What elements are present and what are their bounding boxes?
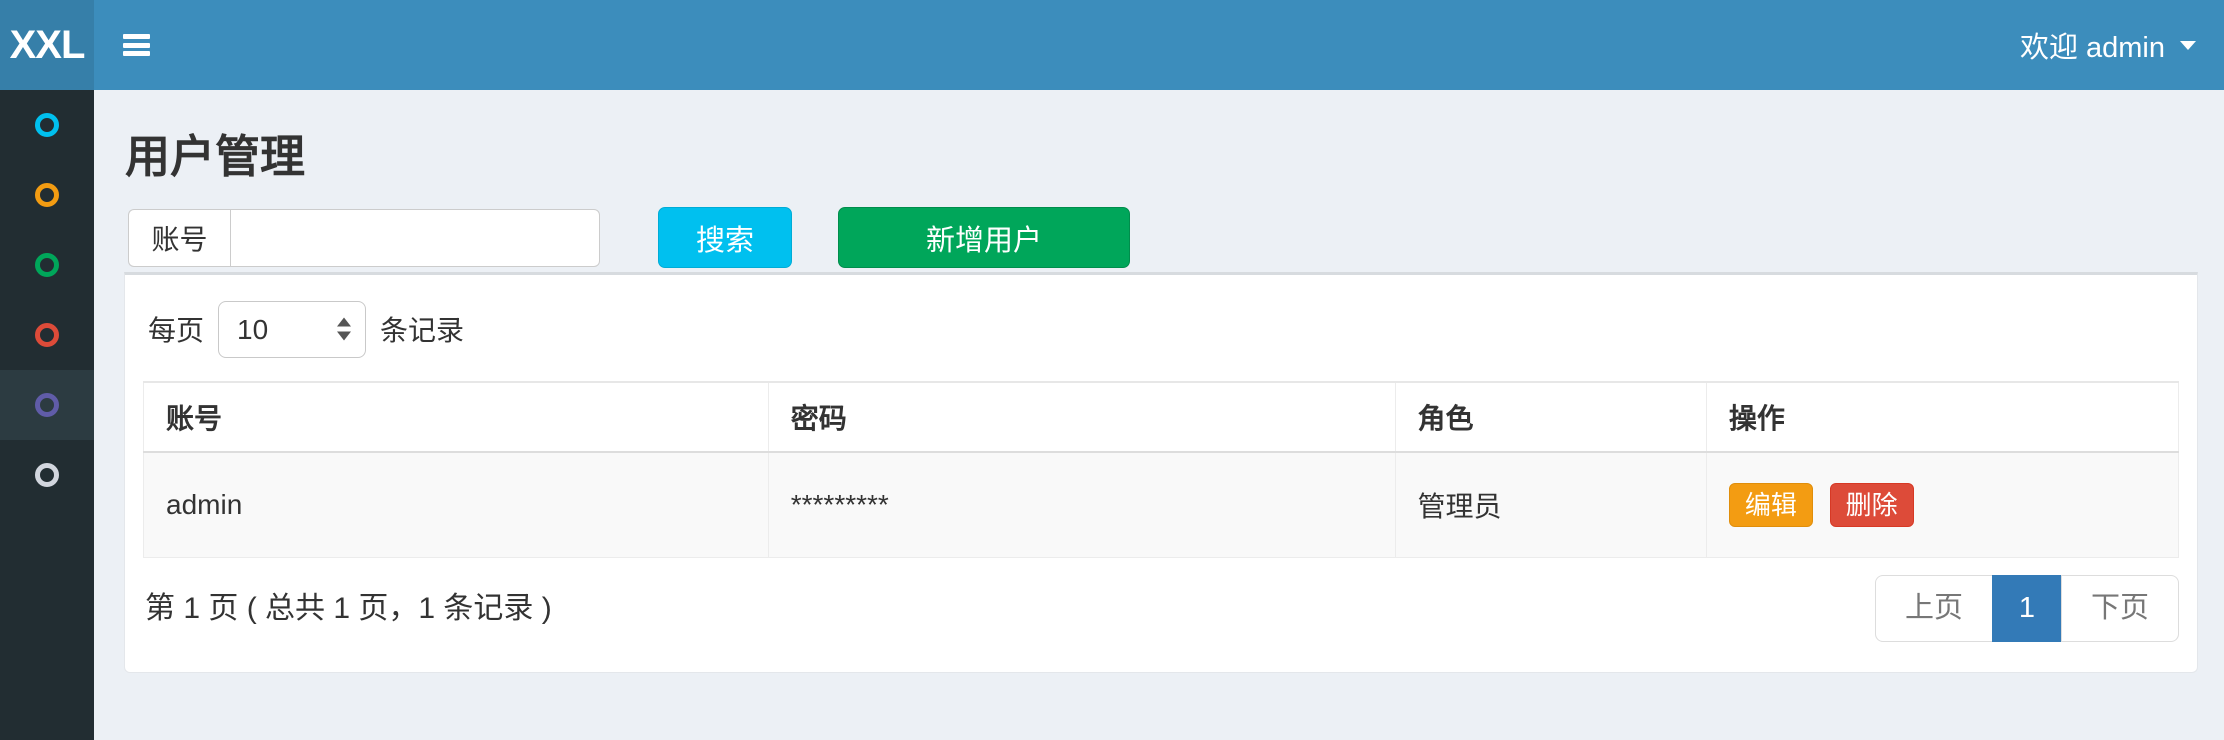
current-page-button[interactable]: 1 (1992, 575, 2062, 642)
search-toolbar: 账号 搜索 新增用户 (128, 207, 1130, 268)
col-header-role: 角色 (1395, 382, 1706, 452)
users-table: 账号 密码 角色 操作 admin ********* 管理员 编辑 删除 (143, 381, 2179, 558)
pagination-info: 第 1 页 ( 总共 1 页，1 条记录 ) (145, 575, 552, 642)
circle-outline-icon (35, 253, 59, 277)
cell-account: admin (144, 452, 769, 558)
top-navbar: XXL 欢迎 admin (0, 0, 2224, 90)
sidebar-item-4[interactable] (0, 300, 94, 370)
delete-button[interactable]: 删除 (1830, 483, 1914, 527)
search-button[interactable]: 搜索 (658, 207, 792, 268)
account-addon-label: 账号 (128, 209, 230, 267)
app-root: XXL 欢迎 admin 用户管理 (0, 0, 2224, 740)
page-length-control: 每页 10 条记录 (148, 300, 464, 358)
pagination: 上页 1 下页 (1875, 575, 2179, 642)
sidebar-item-2[interactable] (0, 160, 94, 230)
account-search-group: 账号 (128, 209, 600, 267)
table-header-row: 账号 密码 角色 操作 (144, 382, 2179, 452)
prev-page-button[interactable]: 上页 (1875, 575, 1993, 642)
length-suffix-label: 条记录 (380, 309, 464, 349)
sidebar-item-3[interactable] (0, 230, 94, 300)
length-prefix-label: 每页 (148, 309, 204, 349)
sidebar-item-6[interactable] (0, 440, 94, 510)
sidebar (0, 90, 94, 740)
add-user-button[interactable]: 新增用户 (838, 207, 1130, 268)
sidebar-item-1[interactable] (0, 90, 94, 160)
table-footer: 第 1 页 ( 总共 1 页，1 条记录 ) 上页 1 下页 (143, 575, 2179, 642)
circle-outline-icon (35, 183, 59, 207)
sidebar-toggle-button[interactable] (94, 0, 178, 90)
circle-outline-icon (35, 393, 59, 417)
user-dropdown[interactable]: 欢迎 admin (2020, 0, 2196, 90)
hamburger-icon (123, 31, 150, 60)
next-page-button[interactable]: 下页 (2061, 575, 2179, 642)
circle-outline-icon (35, 463, 59, 487)
account-input[interactable] (230, 209, 600, 267)
col-header-password: 密码 (768, 382, 1395, 452)
caret-down-icon (2180, 41, 2196, 50)
app-logo-text: XXL (10, 23, 85, 68)
welcome-text: 欢迎 admin (2020, 24, 2165, 66)
table-row: admin ********* 管理员 编辑 删除 (144, 452, 2179, 558)
page-size-select-wrap: 10 (218, 301, 366, 358)
cell-password: ********* (768, 452, 1395, 558)
cell-actions: 编辑 删除 (1706, 452, 2178, 558)
col-header-actions: 操作 (1706, 382, 2178, 452)
col-header-account: 账号 (144, 382, 769, 452)
cell-role: 管理员 (1395, 452, 1706, 558)
app-logo[interactable]: XXL (0, 0, 94, 90)
circle-outline-icon (35, 323, 59, 347)
main-content: 用户管理 账号 搜索 新增用户 每页 10 条记录 (94, 90, 2224, 740)
edit-button[interactable]: 编辑 (1729, 483, 1813, 527)
page-size-select[interactable]: 10 (218, 301, 366, 358)
data-panel: 每页 10 条记录 账号 密码 (124, 272, 2198, 673)
circle-outline-icon (35, 113, 59, 137)
sidebar-item-5[interactable] (0, 370, 94, 440)
page-title: 用户管理 (125, 120, 305, 185)
